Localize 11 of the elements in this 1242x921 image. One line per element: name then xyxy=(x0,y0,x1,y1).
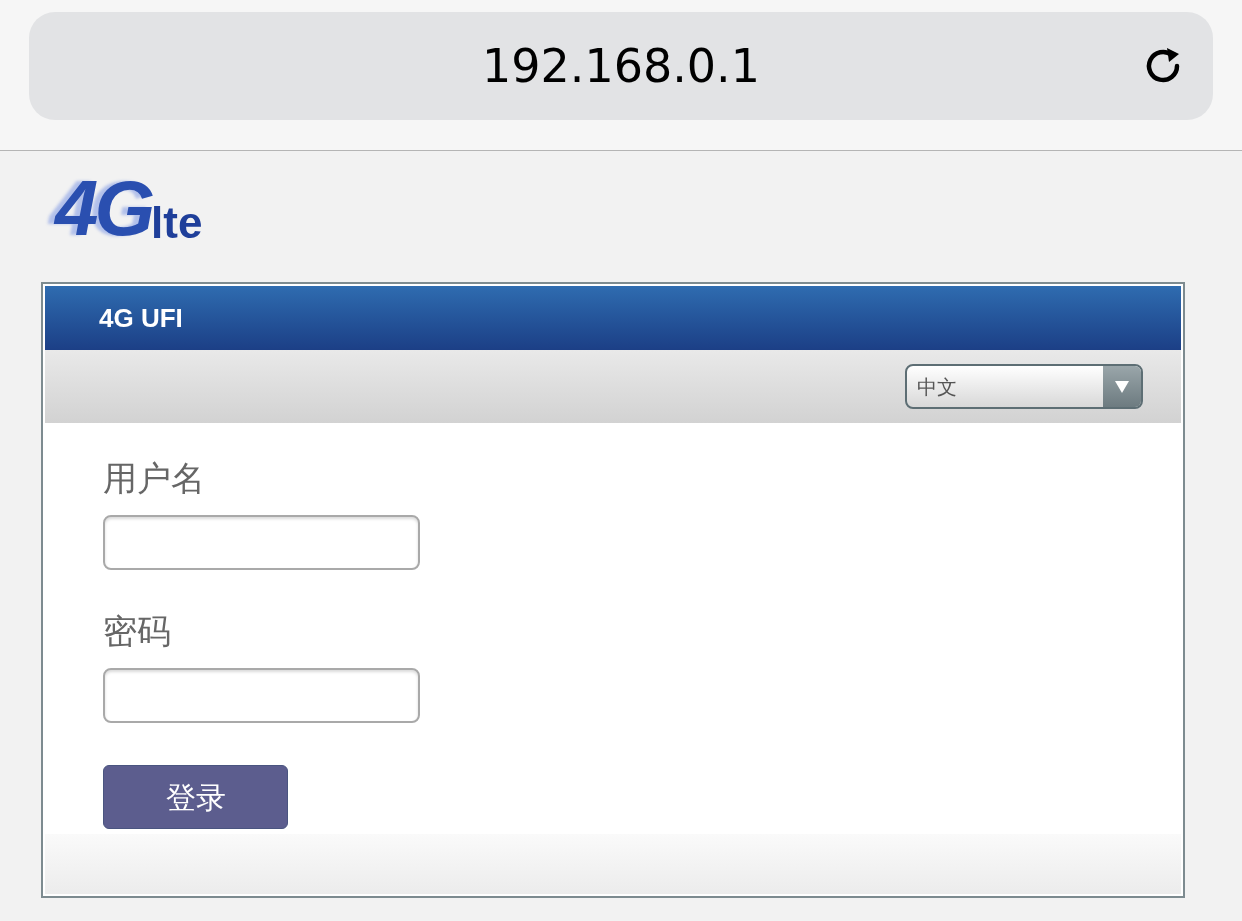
panel-title: 4G UFI xyxy=(99,301,183,335)
dropdown-arrow-icon xyxy=(1115,380,1129,393)
address-bar[interactable]: 192.168.0.1 xyxy=(29,12,1213,120)
language-select[interactable]: 中文 xyxy=(905,364,1143,409)
login-button[interactable]: 登录 xyxy=(103,765,288,829)
logo: 4Glte xyxy=(55,169,204,247)
input-field[interactable] xyxy=(103,515,420,570)
url-text: 192.168.0.1 xyxy=(482,37,760,95)
field-label: 用户名 xyxy=(103,461,205,495)
field-label: 密码 xyxy=(103,614,171,648)
input-field[interactable] xyxy=(103,668,420,723)
